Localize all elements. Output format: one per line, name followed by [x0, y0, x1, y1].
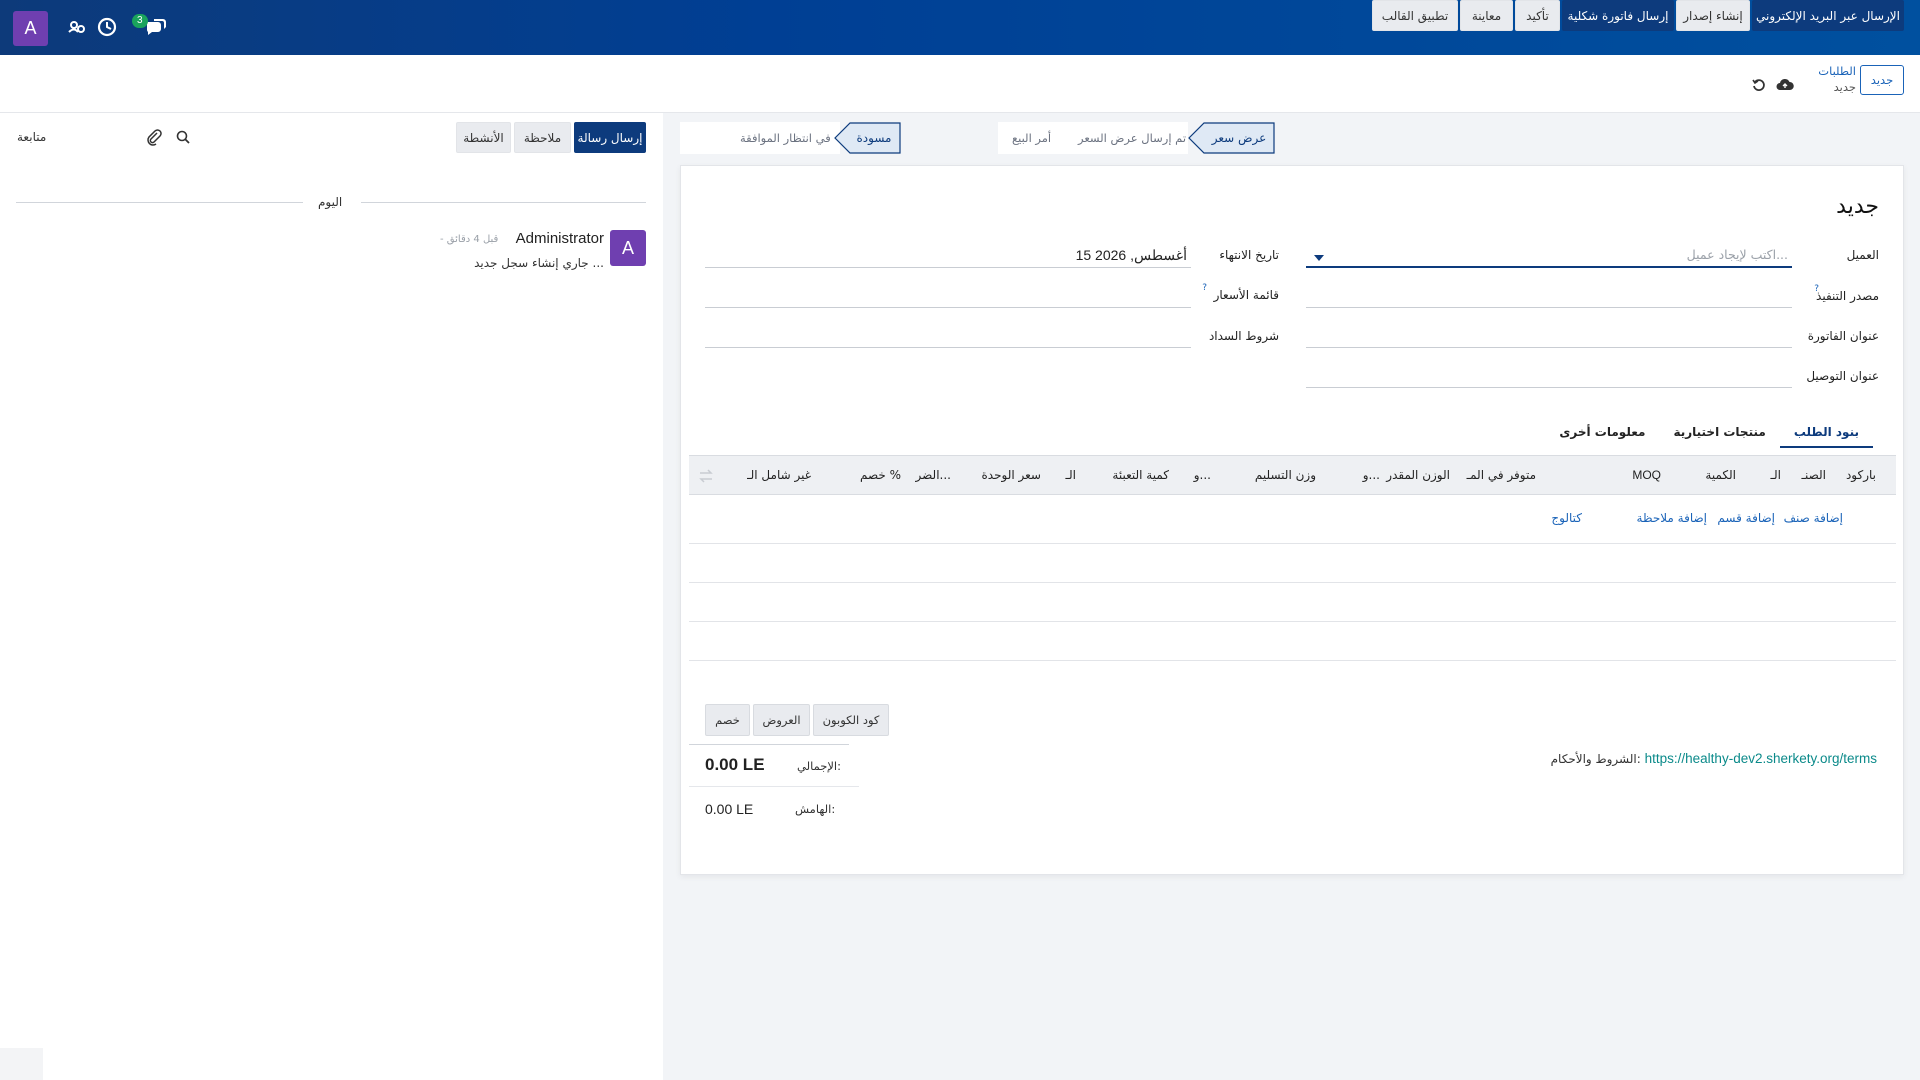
- delivery-address-label: عنوان التوصيل: [1806, 369, 1879, 383]
- stage-draft[interactable]: مسودة: [848, 122, 900, 154]
- search-icon[interactable]: [176, 130, 190, 144]
- row-divider: [689, 660, 1896, 661]
- delivery-address-input[interactable]: [1306, 364, 1792, 388]
- people-gear-icon[interactable]: [66, 16, 88, 38]
- discount-button[interactable]: خصم: [705, 704, 750, 736]
- breadcrumb-orders[interactable]: الطلبات: [1818, 63, 1856, 79]
- coupon-button[interactable]: كود الكوبون: [813, 704, 889, 736]
- total-value: 0.00 LE: [705, 755, 765, 774]
- col-delivery-weight[interactable]: وزن التسليم: [1255, 468, 1316, 482]
- payment-terms-label: شروط السداد: [1208, 329, 1279, 343]
- breadcrumb: الطلبات جديد: [1818, 63, 1856, 95]
- log-note-button[interactable]: ملاحظة: [514, 122, 571, 153]
- optional-columns-icon[interactable]: [699, 469, 713, 483]
- record-title: جديد: [1836, 194, 1879, 219]
- col-pack-qty[interactable]: كمية التعبئة: [1112, 468, 1169, 482]
- source-label: مصدر التنفيذ: [1816, 289, 1879, 303]
- new-button[interactable]: جديد: [1860, 65, 1904, 95]
- terms-label: الشروط والأحكام:: [1550, 752, 1641, 766]
- col-product[interactable]: الصنـ: [1801, 468, 1826, 482]
- payment-terms-input[interactable]: [705, 324, 1191, 348]
- add-product-link[interactable]: إضافة صنف: [1784, 511, 1843, 525]
- send-message-button[interactable]: إرسال رسالة: [574, 122, 646, 153]
- col-l[interactable]: الـ: [1065, 468, 1076, 482]
- promotions-button[interactable]: العروض: [753, 704, 810, 736]
- catalog-link[interactable]: كتالوج: [1551, 511, 1582, 525]
- date-divider-left: [16, 202, 303, 203]
- col-w2[interactable]: و...: [1194, 468, 1211, 482]
- date-divider-right: [361, 202, 646, 203]
- paperclip-icon[interactable]: [146, 128, 162, 146]
- col-moq[interactable]: MOQ: [1632, 468, 1661, 482]
- stage-pending-approval[interactable]: في انتظار الموافقة: [740, 131, 831, 145]
- stage-quotation[interactable]: عرض سعر: [1204, 122, 1274, 154]
- send-email-button[interactable]: الإرسال عبر البريد الإلكتروني: [1752, 0, 1904, 31]
- pricelist-help-icon[interactable]: ?: [1202, 283, 1207, 293]
- add-section-link[interactable]: إضافة قسم: [1717, 511, 1775, 525]
- preview-button[interactable]: معاينة: [1460, 0, 1513, 31]
- follow-button[interactable]: متابعة: [17, 130, 46, 144]
- col-unit-price[interactable]: سعر الوحدة: [982, 468, 1041, 482]
- customer-input[interactable]: اكتب لإيجاد عميل...: [1306, 244, 1792, 268]
- total-label: الإجمالي:: [797, 759, 841, 773]
- col-est-weight[interactable]: الوزن المقدر: [1386, 468, 1450, 482]
- totals-divider: [689, 744, 849, 745]
- create-version-button[interactable]: إنشاء إصدار: [1676, 0, 1750, 31]
- row-divider: [689, 543, 1896, 544]
- totals-divider: [689, 786, 859, 787]
- tab-order-lines[interactable]: بنود الطلب: [1779, 418, 1873, 448]
- confirm-button[interactable]: تأكيد: [1515, 0, 1560, 31]
- terms-link[interactable]: https://healthy-dev2.sherkety.org/terms: [1645, 751, 1877, 766]
- author-avatar[interactable]: A: [610, 230, 646, 266]
- chevron-down-icon[interactable]: [1314, 255, 1324, 261]
- tab-other-info[interactable]: معلومات أخرى: [1545, 418, 1659, 448]
- col-subtotal[interactable]: غير شامل الـ: [747, 468, 811, 482]
- col-desc[interactable]: الـ: [1770, 468, 1781, 482]
- date-separator: اليوم: [318, 195, 343, 209]
- expiry-label: تاريخ الانتهاء: [1219, 248, 1279, 262]
- message-time: - قبل 4 دقائق: [440, 234, 499, 245]
- tab-optional-products[interactable]: منتجات اختيارية: [1659, 418, 1779, 448]
- pricelist-input[interactable]: [705, 284, 1191, 308]
- expiry-input[interactable]: 15 أغسطس, 2026: [705, 244, 1191, 268]
- pricelist-label: قائمة الأسعار: [1213, 288, 1279, 302]
- form-sheet: جديد العميل مصدر التنفيذ ? عنوان الفاتور…: [680, 165, 1904, 875]
- add-note-link[interactable]: إضافة ملاحظة: [1637, 511, 1707, 525]
- send-proforma-button[interactable]: إرسال فاتورة شكلية: [1562, 0, 1674, 31]
- chat-bubbles-icon[interactable]: [144, 16, 168, 38]
- activities-button[interactable]: الأنشطة: [456, 122, 511, 153]
- invoice-address-label: عنوان الفاتورة: [1807, 329, 1879, 343]
- message-count-badge: 3: [132, 14, 148, 28]
- row-divider: [689, 621, 1896, 622]
- col-available[interactable]: متوفر في المـ: [1467, 468, 1536, 482]
- cloud-upload-icon[interactable]: [1776, 77, 1794, 93]
- margin-value: 0.00 LE: [705, 801, 754, 817]
- terms-conditions: الشروط والأحكام: https://healthy-dev2.sh…: [1551, 751, 1877, 766]
- control-panel: الطلبات جديد جديد: [0, 55, 1920, 113]
- customer-label: العميل: [1846, 248, 1879, 262]
- breadcrumb-current: جديد: [1833, 80, 1856, 94]
- col-quantity[interactable]: الكمية: [1705, 468, 1736, 482]
- corner-shade: [0, 1048, 43, 1080]
- discard-icon[interactable]: [1751, 77, 1767, 93]
- row-divider: [689, 582, 1896, 583]
- source-input[interactable]: [1306, 284, 1792, 308]
- col-tax[interactable]: الضر...: [916, 468, 951, 482]
- margin-label: الهامش:: [795, 802, 836, 816]
- apply-template-button[interactable]: تطبيق القالب: [1372, 0, 1458, 31]
- notebook-tabs: بنود الطلب منتجات اختيارية معلومات أخرى: [1545, 418, 1873, 448]
- invoice-address-input[interactable]: [1306, 324, 1792, 348]
- col-barcode[interactable]: باركود: [1846, 468, 1876, 482]
- order-lines-header: باركود الصنـ الـ الكمية MOQ متوفر في الم…: [689, 455, 1896, 495]
- col-discount[interactable]: خصم %: [860, 468, 901, 482]
- message-body: جاري إنشاء سجل جديد ...: [474, 256, 604, 270]
- clock-icon[interactable]: [96, 16, 118, 38]
- source-help-icon[interactable]: ?: [1814, 284, 1819, 294]
- stage-quotation-sent[interactable]: تم إرسال عرض السعر: [1078, 131, 1186, 145]
- stage-sale-order[interactable]: أمر البيع: [1012, 131, 1051, 145]
- message-author[interactable]: Administrator: [516, 230, 604, 247]
- user-avatar[interactable]: A: [13, 11, 48, 46]
- col-w1[interactable]: و...: [1363, 468, 1380, 482]
